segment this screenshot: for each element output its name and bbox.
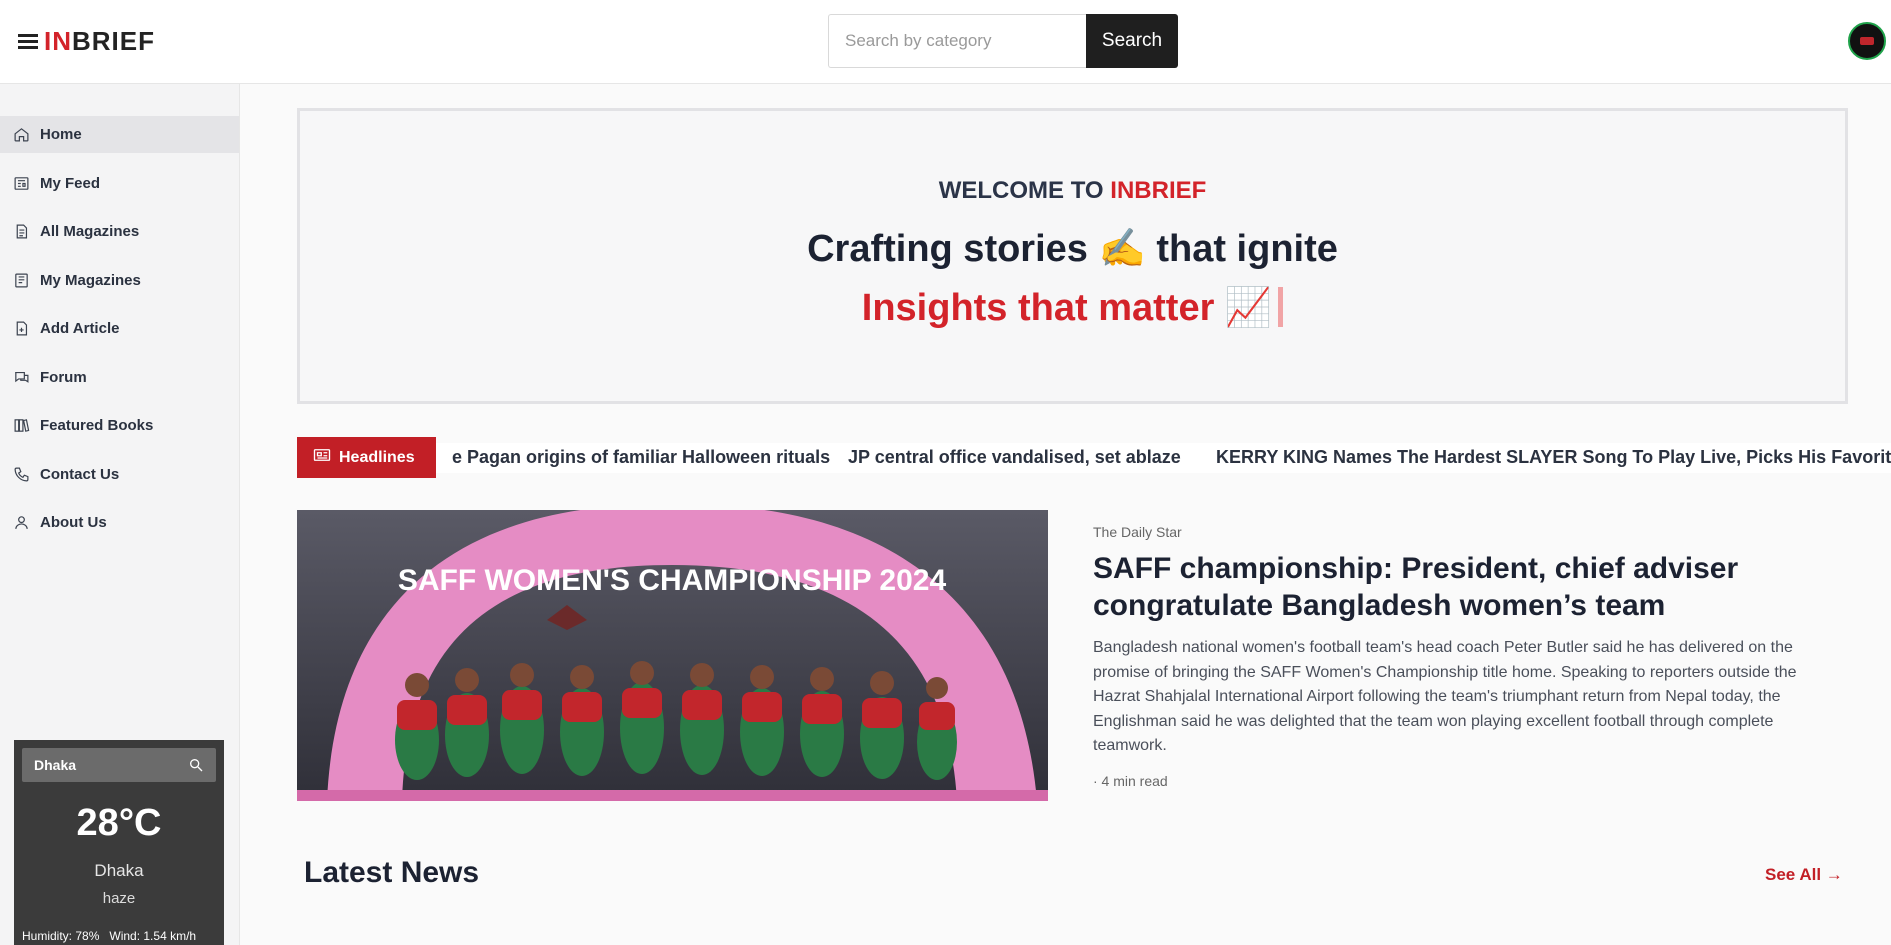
sidebar-item-label: Forum [40, 368, 87, 386]
article-source: The Daily Star [1093, 524, 1182, 540]
hero-tagline: Crafting stories ✍️ that ignite [807, 228, 1338, 270]
headline-link[interactable]: JP central office vandalised, set ablaze [848, 447, 1181, 468]
weather-humidity: Humidity: 78% [22, 929, 100, 943]
sidebar-item-label: Home [40, 126, 82, 143]
sidebar-item-contact-us[interactable]: Contact Us [0, 456, 239, 493]
book-icon [13, 272, 30, 289]
featured-article-image[interactable]: SAFF WOMEN'S CHAMPIONSHIP 2024 [297, 510, 1048, 801]
article-summary: Bangladesh national women's football tea… [1093, 639, 1797, 754]
headline-link[interactable]: e Pagan origins of familiar Halloween ri… [452, 447, 830, 468]
brand-logo[interactable]: INBRIEF [18, 28, 155, 54]
headlines-badge: Headlines [297, 437, 436, 478]
weather-wind: Wind: 1.54 km/h [109, 929, 197, 943]
sidebar-item-about-us[interactable]: About Us [0, 504, 239, 541]
weather-city-input[interactable]: Dhaka [34, 757, 76, 773]
sidebar-nav: Home My Feed All Magazines My Magazines … [0, 116, 239, 541]
headline-link[interactable]: KERRY KING Names The Hardest SLAYER Song… [1216, 447, 1891, 468]
sidebar-item-label: All Magazines [40, 223, 140, 240]
newspaper-icon [13, 175, 30, 192]
weather-widget: Dhaka 28°C Dhaka haze Humidity: 78% Wind:… [14, 740, 224, 945]
menu-icon[interactable] [18, 33, 38, 50]
article-title-link[interactable]: SAFF championship: President, chief advi… [1093, 550, 1853, 624]
avatar-logo-icon [1860, 37, 1874, 45]
sidebar-item-home[interactable]: Home [0, 116, 239, 153]
hero-banner: WELCOME TO INBRIEF Crafting stories ✍️ t… [297, 108, 1848, 404]
search-bar: Search [828, 14, 1178, 68]
weather-city-search[interactable]: Dhaka [22, 748, 216, 782]
sidebar-item-forum[interactable]: Forum [0, 359, 239, 396]
latest-news-heading: Latest News [304, 856, 480, 889]
sidebar: Home My Feed All Magazines My Magazines … [0, 84, 240, 945]
headlines-ticker: e Pagan origins of familiar Halloween ri… [436, 443, 1891, 473]
sidebar-item-all-magazines[interactable]: All Magazines [0, 213, 239, 250]
top-bar: INBRIEF Search [0, 0, 1891, 84]
chat-icon [13, 369, 30, 386]
sidebar-item-label: Contact Us [40, 465, 120, 483]
sidebar-item-label: My Magazines [40, 271, 141, 289]
home-icon [13, 126, 30, 143]
typing-cursor [1278, 287, 1284, 327]
newspaper-icon [313, 448, 331, 467]
search-icon[interactable] [188, 757, 204, 773]
weather-stats: Humidity: 78% Wind: 1.54 km/h [22, 929, 206, 943]
sidebar-item-my-magazines[interactable]: My Magazines [0, 262, 239, 299]
see-all-link[interactable]: See All → [1765, 865, 1843, 885]
weather-temperature: 28°C [76, 802, 162, 844]
banner-text: SAFF WOMEN'S CHAMPIONSHIP 2024 [398, 564, 947, 597]
avatar[interactable] [1848, 22, 1886, 60]
sidebar-item-featured-books[interactable]: Featured Books [0, 407, 239, 444]
sidebar-item-label: My Feed [40, 174, 101, 192]
sidebar-item-my-feed[interactable]: My Feed [0, 165, 239, 202]
article-read-time: · 4 min read [1093, 773, 1168, 789]
sidebar-item-label: Featured Books [40, 417, 154, 434]
weather-description: haze [102, 890, 136, 907]
user-icon [13, 514, 30, 531]
sidebar-item-label: Add Article [40, 320, 120, 337]
file-plus-icon [13, 320, 30, 337]
sidebar-item-label: About Us [40, 514, 107, 531]
phone-icon [13, 466, 30, 483]
books-icon [13, 417, 30, 434]
sidebar-item-add-article[interactable]: Add Article [0, 310, 239, 347]
celebration-photo: SAFF WOMEN'S CHAMPIONSHIP 2024 [297, 510, 1048, 801]
search-button[interactable]: Search [1086, 14, 1178, 68]
hero-typewriter-text: Insights that matter 📈 [300, 286, 1845, 330]
weather-city: Dhaka [94, 861, 144, 880]
hero-welcome: WELCOME TO INBRIEF [938, 177, 1207, 204]
search-input[interactable] [828, 14, 1086, 68]
document-icon [13, 223, 30, 240]
brand-wordmark: INBRIEF [44, 26, 155, 56]
